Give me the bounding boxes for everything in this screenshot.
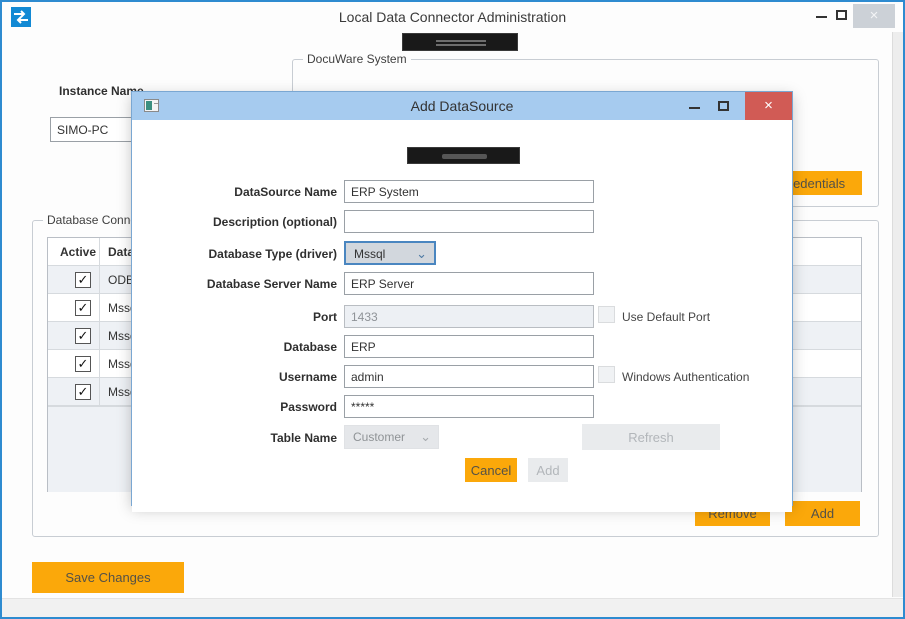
active-checkbox[interactable]: ✓ <box>75 356 91 372</box>
main-maximize-button[interactable] <box>836 10 847 20</box>
active-checkbox[interactable]: ✓ <box>75 272 91 288</box>
datasource-name-input[interactable] <box>344 180 594 203</box>
database-type-label: Database Type (driver) <box>132 247 337 261</box>
username-label: Username <box>132 370 337 384</box>
active-checkbox[interactable]: ✓ <box>75 384 91 400</box>
server-name-label: Database Server Name <box>132 277 337 291</box>
password-input[interactable] <box>344 395 594 418</box>
save-changes-button[interactable]: Save Changes <box>32 562 184 593</box>
add-datasource-dialog: Add DataSource × DataSource Name Descrip… <box>132 92 792 505</box>
database-type-dropdown[interactable]: Mssql ⌄ <box>344 241 436 265</box>
database-input[interactable] <box>344 335 594 358</box>
table-name-label: Table Name <box>132 431 337 445</box>
cancel-button[interactable]: Cancel <box>465 458 517 482</box>
main-minimize-button[interactable] <box>816 16 827 18</box>
column-header-active: Active <box>60 245 96 259</box>
active-checkbox[interactable]: ✓ <box>75 328 91 344</box>
docuware-system-group-label: DocuWare System <box>303 52 411 66</box>
dialog-titlebar: Add DataSource × <box>132 92 792 120</box>
main-close-button[interactable]: × <box>853 4 895 28</box>
port-label: Port <box>132 310 337 324</box>
chevron-down-icon: ⌄ <box>420 429 431 445</box>
database-label: Database <box>132 340 337 354</box>
database-type-value: Mssql <box>354 247 385 261</box>
dialog-maximize-button[interactable] <box>718 101 729 111</box>
active-checkbox[interactable]: ✓ <box>75 300 91 316</box>
right-gutter <box>892 32 905 597</box>
description-label: Description (optional) <box>132 215 337 229</box>
datasource-name-label: DataSource Name <box>132 185 337 199</box>
dialog-body: DataSource Name Description (optional) D… <box>132 120 792 512</box>
port-input <box>344 305 594 328</box>
use-default-port-label: Use Default Port <box>622 310 710 324</box>
local-data-connector-window: Local Data Connector Administration × Do… <box>0 0 905 619</box>
password-label: Password <box>132 400 337 414</box>
dialog-close-button[interactable]: × <box>745 92 792 120</box>
server-name-input[interactable] <box>344 272 594 295</box>
username-input[interactable] <box>344 365 594 388</box>
description-input[interactable] <box>344 210 594 233</box>
windows-authentication-checkbox[interactable] <box>598 366 615 383</box>
dialog-add-button: Add <box>528 458 568 482</box>
dialog-minimize-button[interactable] <box>689 107 700 109</box>
redacted-logo <box>402 33 518 51</box>
main-titlebar: Local Data Connector Administration × <box>2 2 903 32</box>
dialog-title: Add DataSource <box>132 98 792 114</box>
table-name-dropdown: Customer ⌄ <box>344 425 439 449</box>
instance-name-label: Instance Name <box>59 84 144 98</box>
main-window-title: Local Data Connector Administration <box>2 9 903 25</box>
table-name-value: Customer <box>353 430 405 444</box>
refresh-button: Refresh <box>582 424 720 450</box>
chevron-down-icon: ⌄ <box>416 246 427 262</box>
add-datasource-button[interactable]: Add <box>785 501 860 526</box>
bottom-band <box>2 598 903 617</box>
redacted-logo <box>407 147 520 164</box>
windows-authentication-label: Windows Authentication <box>622 370 749 384</box>
use-default-port-checkbox[interactable] <box>598 306 615 323</box>
